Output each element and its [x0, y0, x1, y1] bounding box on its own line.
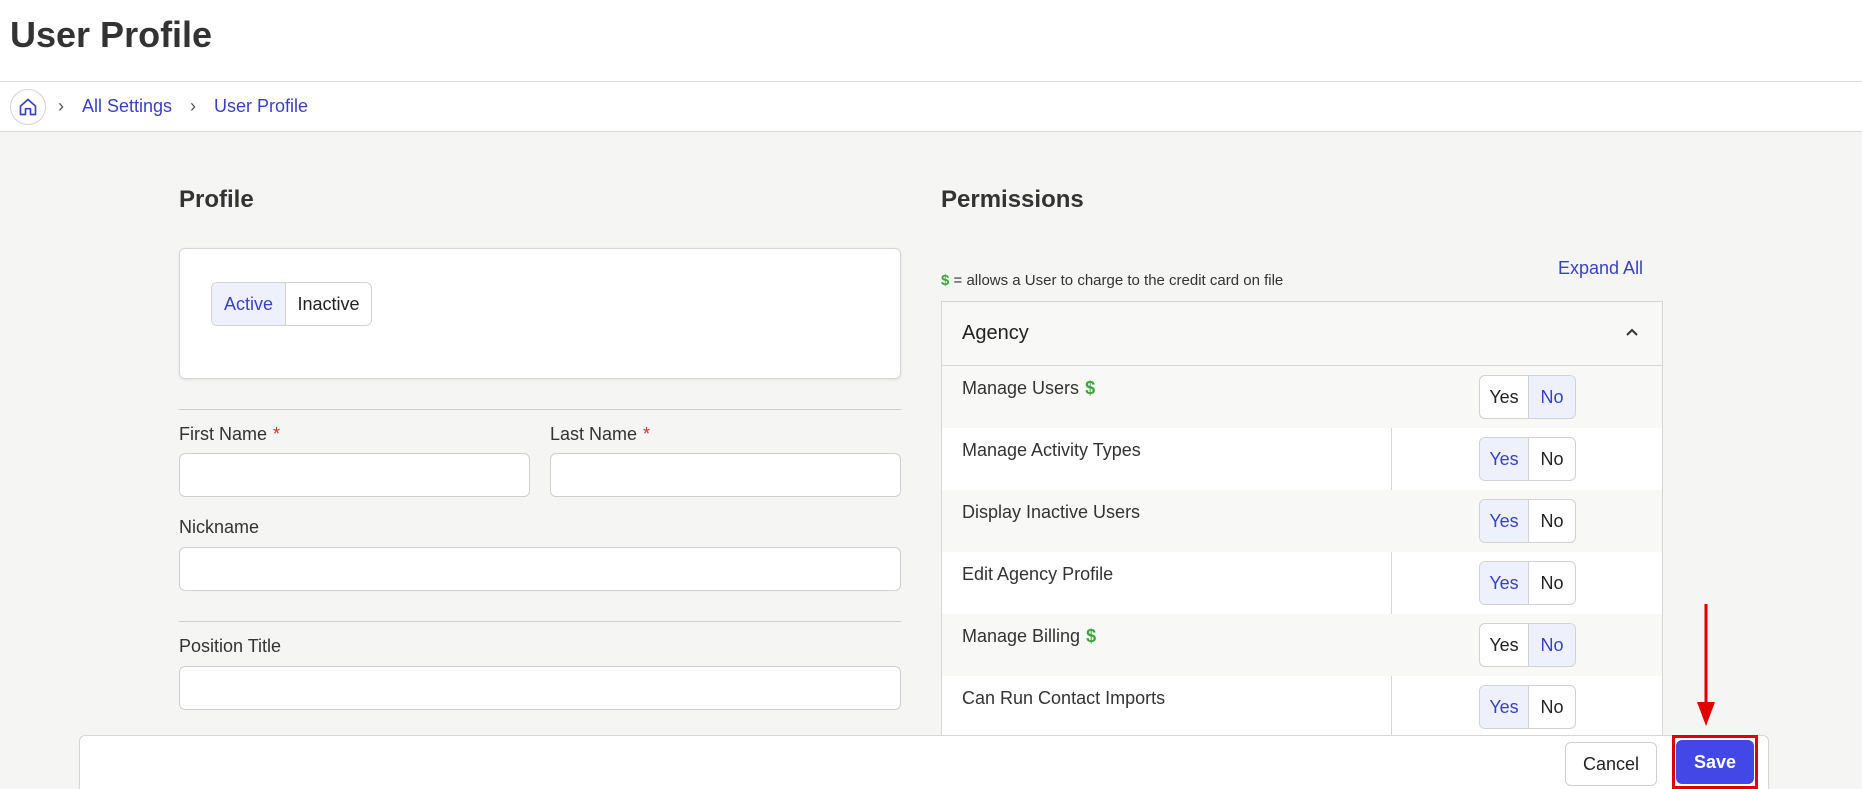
permission-toggle: Yes No — [1479, 375, 1576, 419]
nickname-label: Nickname — [179, 517, 260, 537]
permission-yes-option[interactable]: Yes — [1480, 562, 1528, 604]
permissions-group-title: Agency — [962, 322, 1029, 344]
dollar-icon: $ — [1086, 626, 1097, 646]
position-title-label: Position Title — [179, 636, 282, 656]
permission-row: Manage Users $ Yes No — [942, 366, 1662, 428]
divider — [179, 621, 901, 622]
permission-toggle: Yes No — [1479, 499, 1576, 543]
permission-row: Manage Activity Types Yes No — [942, 428, 1662, 490]
page-title: User Profile — [10, 14, 213, 55]
chevron-right-icon: › — [58, 96, 64, 116]
permission-yes-option[interactable]: Yes — [1480, 438, 1528, 480]
dollar-icon: $ — [1085, 378, 1096, 398]
permission-label: Manage Users $ — [962, 378, 1096, 398]
permission-no-option[interactable]: No — [1528, 686, 1575, 728]
permission-row: Can Run Contact Imports Yes No — [942, 676, 1662, 738]
permission-label: Can Run Contact Imports — [962, 688, 1166, 708]
nickname-field[interactable] — [179, 547, 901, 591]
permission-label: Manage Billing $ — [962, 626, 1097, 646]
permission-yes-option[interactable]: Yes — [1480, 376, 1528, 418]
permission-no-option[interactable]: No — [1528, 438, 1575, 480]
cancel-button[interactable]: Cancel — [1565, 742, 1657, 786]
permission-yes-option[interactable]: Yes — [1480, 686, 1528, 728]
status-card: Active Inactive — [179, 248, 901, 379]
form-footer — [79, 735, 1769, 789]
arrow-down-icon — [1697, 604, 1715, 726]
save-button[interactable]: Save — [1676, 740, 1754, 784]
permission-no-option[interactable]: No — [1528, 376, 1575, 418]
permission-no-option[interactable]: No — [1528, 562, 1575, 604]
permission-label: Display Inactive Users — [962, 502, 1141, 522]
required-mark: * — [273, 424, 281, 444]
permission-row: Manage Billing $ Yes No — [942, 614, 1662, 676]
status-inactive-option[interactable]: Inactive — [285, 283, 371, 325]
last-name-label: Last Name * — [550, 424, 651, 444]
permission-row: Display Inactive Users Yes No — [942, 490, 1662, 552]
divider — [179, 409, 901, 410]
permission-label: Manage Activity Types — [962, 440, 1141, 460]
breadcrumb-item-all-settings[interactable]: All Settings — [82, 96, 172, 117]
position-title-field[interactable] — [179, 666, 901, 710]
status-active-option[interactable]: Active — [212, 283, 285, 325]
chevron-right-icon: › — [190, 96, 196, 116]
required-mark: * — [643, 424, 651, 444]
breadcrumb-item-user-profile[interactable]: User Profile — [214, 96, 308, 117]
dollar-icon: $ — [941, 272, 950, 289]
status-toggle: Active Inactive — [211, 282, 372, 326]
permission-toggle: Yes No — [1479, 623, 1576, 667]
permission-no-option[interactable]: No — [1528, 624, 1575, 666]
home-button[interactable] — [10, 89, 46, 125]
permissions-legend: $ = allows a User to charge to the credi… — [941, 272, 1284, 289]
permission-label: Edit Agency Profile — [962, 564, 1114, 584]
permission-yes-option[interactable]: Yes — [1480, 624, 1528, 666]
last-name-field[interactable] — [550, 453, 901, 497]
permission-toggle: Yes No — [1479, 437, 1576, 481]
permission-no-option[interactable]: No — [1528, 500, 1575, 542]
permission-yes-option[interactable]: Yes — [1480, 500, 1528, 542]
profile-heading: Profile — [179, 186, 254, 213]
permission-row: Edit Agency Profile Yes No — [942, 552, 1662, 614]
permission-toggle: Yes No — [1479, 561, 1576, 605]
permission-toggle: Yes No — [1479, 685, 1576, 729]
page-header: User Profile — [0, 0, 1862, 82]
breadcrumb: › All Settings › User Profile — [0, 82, 1862, 132]
first-name-label: First Name * — [179, 424, 281, 444]
permissions-heading: Permissions — [941, 186, 1084, 213]
permissions-group-header[interactable]: Agency — [942, 302, 1662, 366]
chevron-up-icon[interactable] — [1624, 324, 1640, 340]
permissions-group: Agency Manage Users $ Yes No Manage Activity… — [941, 301, 1663, 741]
home-icon — [19, 98, 37, 116]
first-name-field[interactable] — [179, 453, 530, 497]
expand-all-link[interactable]: Expand All — [1558, 258, 1643, 279]
